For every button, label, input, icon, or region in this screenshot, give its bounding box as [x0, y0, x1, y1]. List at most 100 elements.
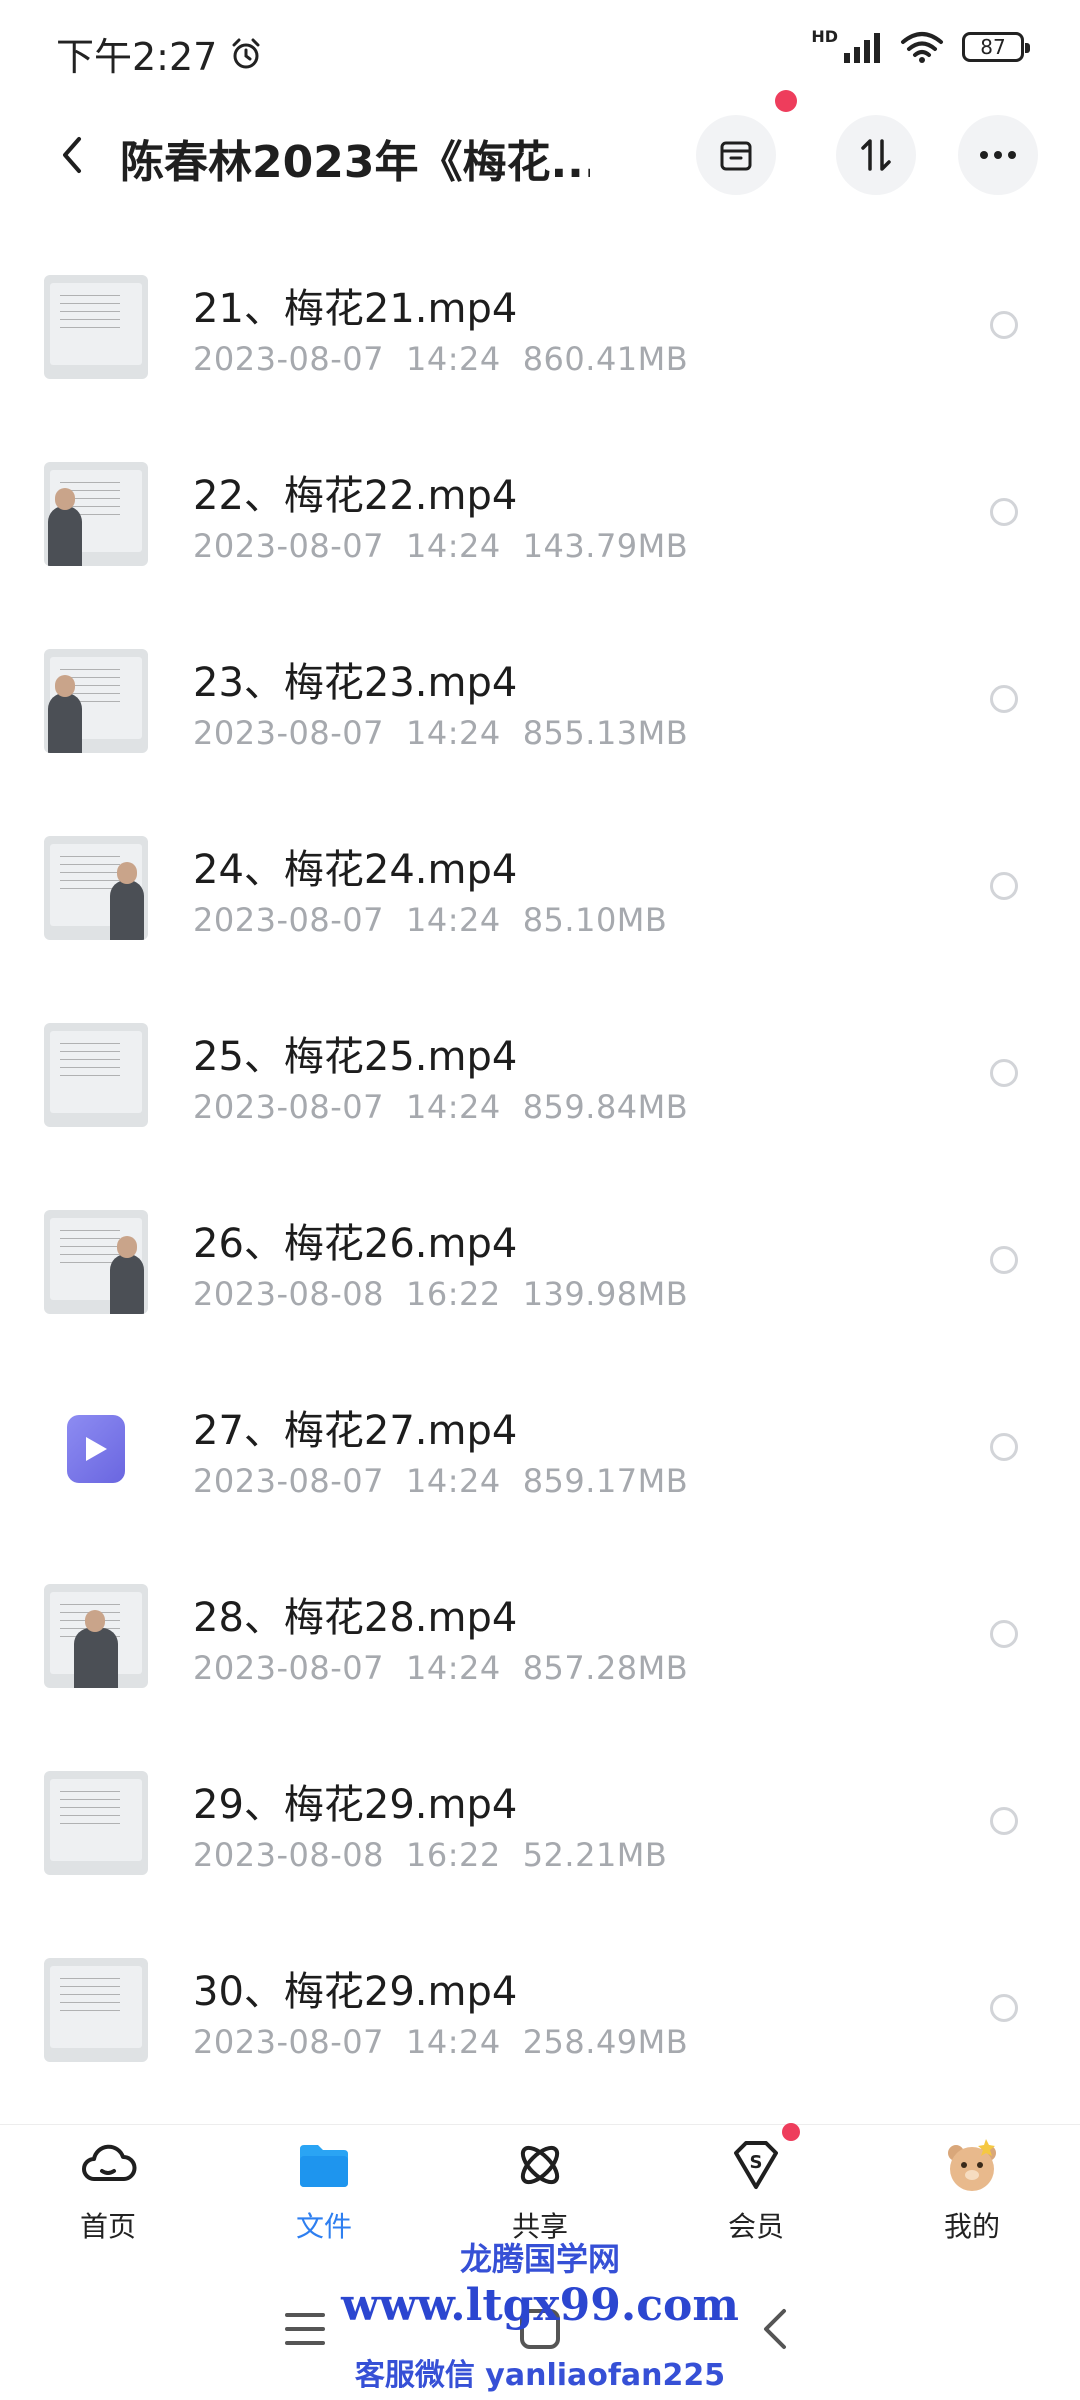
- file-name: 25、梅花25.mp4: [193, 1034, 518, 1080]
- back-icon: [63, 137, 81, 173]
- file-date: 2023-08-07: [193, 1462, 384, 1500]
- file-time: 14:24: [405, 714, 501, 752]
- share-icon: [510, 2135, 570, 2195]
- file-time: 14:24: [405, 901, 501, 939]
- tab-files[interactable]: 文件: [244, 2135, 404, 2245]
- file-name: 24、梅花24.mp4: [193, 847, 518, 893]
- select-radio[interactable]: [990, 872, 1018, 900]
- file-name: 21、梅花21.mp4: [193, 286, 518, 332]
- file-name: 27、梅花27.mp4: [193, 1408, 518, 1454]
- file-time: 14:24: [405, 527, 501, 565]
- file-meta: 2023-08-07 14:24 855.13MB: [193, 714, 710, 752]
- watermark-contact: 客服微信 yanliaofan225: [354, 2358, 726, 2393]
- file-row[interactable]: 27、梅花27.mp4 2023-08-07 14:24 859.17MB: [0, 1354, 1080, 1541]
- file-size: 258.49MB: [522, 2023, 689, 2061]
- notification-dot: [775, 90, 797, 112]
- status-time: 下午2:27: [56, 26, 263, 81]
- file-name: 30、梅花29.mp4: [193, 1969, 518, 2015]
- file-meta: 2023-08-07 14:24 860.41MB: [193, 340, 710, 378]
- video-thumbnail: [44, 1023, 148, 1127]
- select-radio[interactable]: [990, 1246, 1018, 1274]
- vip-notification-dot: [782, 2123, 800, 2141]
- file-date: 2023-08-08: [193, 1275, 384, 1313]
- file-date: 2023-08-07: [193, 2023, 384, 2061]
- file-row[interactable]: 24、梅花24.mp4 2023-08-07 14:24 85.10MB: [0, 793, 1080, 980]
- file-time: 14:24: [405, 1649, 501, 1687]
- video-thumbnail: [44, 275, 148, 379]
- header: 陈春林2023年《梅花...: [0, 90, 1080, 210]
- tab-share[interactable]: 共享: [460, 2135, 620, 2245]
- tab-home[interactable]: 首页: [28, 2135, 188, 2245]
- video-thumbnail: [44, 462, 148, 566]
- file-size: 85.10MB: [522, 901, 668, 939]
- file-size: 857.28MB: [522, 1649, 689, 1687]
- select-radio[interactable]: [990, 1994, 1018, 2022]
- folder-icon: [294, 2135, 354, 2195]
- file-name: 22、梅花22.mp4: [193, 473, 518, 519]
- select-radio[interactable]: [990, 1620, 1018, 1648]
- sort-button[interactable]: [836, 115, 916, 195]
- file-date: 2023-08-07: [193, 340, 384, 378]
- file-row[interactable]: 26、梅花26.mp4 2023-08-08 16:22 139.98MB: [0, 1167, 1080, 1354]
- file-meta: 2023-08-08 16:22 52.21MB: [193, 1836, 689, 1874]
- more-icon: [980, 151, 1016, 159]
- file-time: 14:24: [405, 1462, 501, 1500]
- file-name: 28、梅花28.mp4: [193, 1595, 518, 1641]
- file-meta: 2023-08-07 14:24 85.10MB: [193, 901, 689, 939]
- file-row[interactable]: 21、梅花21.mp4 2023-08-07 14:24 860.41MB: [0, 232, 1080, 419]
- file-row[interactable]: 30、梅花29.mp4 2023-08-07 14:24 258.49MB: [0, 1915, 1080, 2102]
- signal-icon: [844, 33, 880, 63]
- battery-level: 87: [980, 35, 1006, 59]
- clock-text: 下午2:27: [56, 35, 218, 79]
- video-file-icon: [44, 1397, 148, 1501]
- file-name: 29、梅花29.mp4: [193, 1782, 518, 1828]
- file-size: 860.41MB: [522, 340, 689, 378]
- tab-me[interactable]: 我的: [892, 2135, 1052, 2245]
- file-meta: 2023-08-08 16:22 139.98MB: [193, 1275, 710, 1313]
- battery-indicator: 87: [962, 32, 1030, 62]
- wifi-icon: [901, 32, 943, 63]
- select-radio[interactable]: [990, 498, 1018, 526]
- video-thumbnail: [44, 1771, 148, 1875]
- video-thumbnail: [44, 836, 148, 940]
- file-size: 143.79MB: [522, 527, 689, 565]
- video-thumbnail: [44, 649, 148, 753]
- file-time: 16:22: [405, 1836, 501, 1874]
- more-button[interactable]: [958, 115, 1038, 195]
- page-title: 陈春林2023年《梅花...: [120, 137, 590, 188]
- status-icons: HD 87: [811, 29, 1030, 64]
- sort-icon: [861, 139, 891, 171]
- file-row[interactable]: 23、梅花23.mp4 2023-08-07 14:24 855.13MB: [0, 606, 1080, 793]
- video-thumbnail: [44, 1584, 148, 1688]
- file-time: 16:22: [405, 1275, 501, 1313]
- file-date: 2023-08-07: [193, 1088, 384, 1126]
- file-date: 2023-08-08: [193, 1836, 384, 1874]
- status-bar: 下午2:27 HD 87: [0, 0, 1080, 100]
- video-thumbnail: [44, 1958, 148, 2062]
- select-radio[interactable]: [990, 1807, 1018, 1835]
- archive-button[interactable]: [696, 115, 776, 195]
- file-date: 2023-08-07: [193, 527, 384, 565]
- file-size: 52.21MB: [522, 1836, 668, 1874]
- file-meta: 2023-08-07 14:24 859.17MB: [193, 1462, 710, 1500]
- video-thumbnail: [44, 1210, 148, 1314]
- back-button[interactable]: [42, 125, 102, 185]
- vip-diamond-icon: S: [726, 2123, 800, 2195]
- file-date: 2023-08-07: [193, 1649, 384, 1687]
- file-row[interactable]: 25、梅花25.mp4 2023-08-07 14:24 859.84MB: [0, 980, 1080, 1167]
- file-time: 14:24: [405, 2023, 501, 2061]
- file-meta: 2023-08-07 14:24 258.49MB: [193, 2023, 710, 2061]
- select-radio[interactable]: [990, 685, 1018, 713]
- file-row[interactable]: 22、梅花22.mp4 2023-08-07 14:24 143.79MB: [0, 419, 1080, 606]
- select-radio[interactable]: [990, 1433, 1018, 1461]
- file-size: 859.17MB: [522, 1462, 689, 1500]
- select-radio[interactable]: [990, 311, 1018, 339]
- select-radio[interactable]: [990, 1059, 1018, 1087]
- file-time: 14:24: [405, 340, 501, 378]
- archive-icon: [720, 141, 752, 171]
- file-list: 21、梅花21.mp4 2023-08-07 14:24 860.41MB 22、梅花2…: [0, 232, 1080, 2102]
- tab-vip[interactable]: S 会员: [676, 2123, 836, 2245]
- file-date: 2023-08-07: [193, 901, 384, 939]
- file-row[interactable]: 28、梅花28.mp4 2023-08-07 14:24 857.28MB: [0, 1541, 1080, 1728]
- file-row[interactable]: 29、梅花29.mp4 2023-08-08 16:22 52.21MB: [0, 1728, 1080, 1915]
